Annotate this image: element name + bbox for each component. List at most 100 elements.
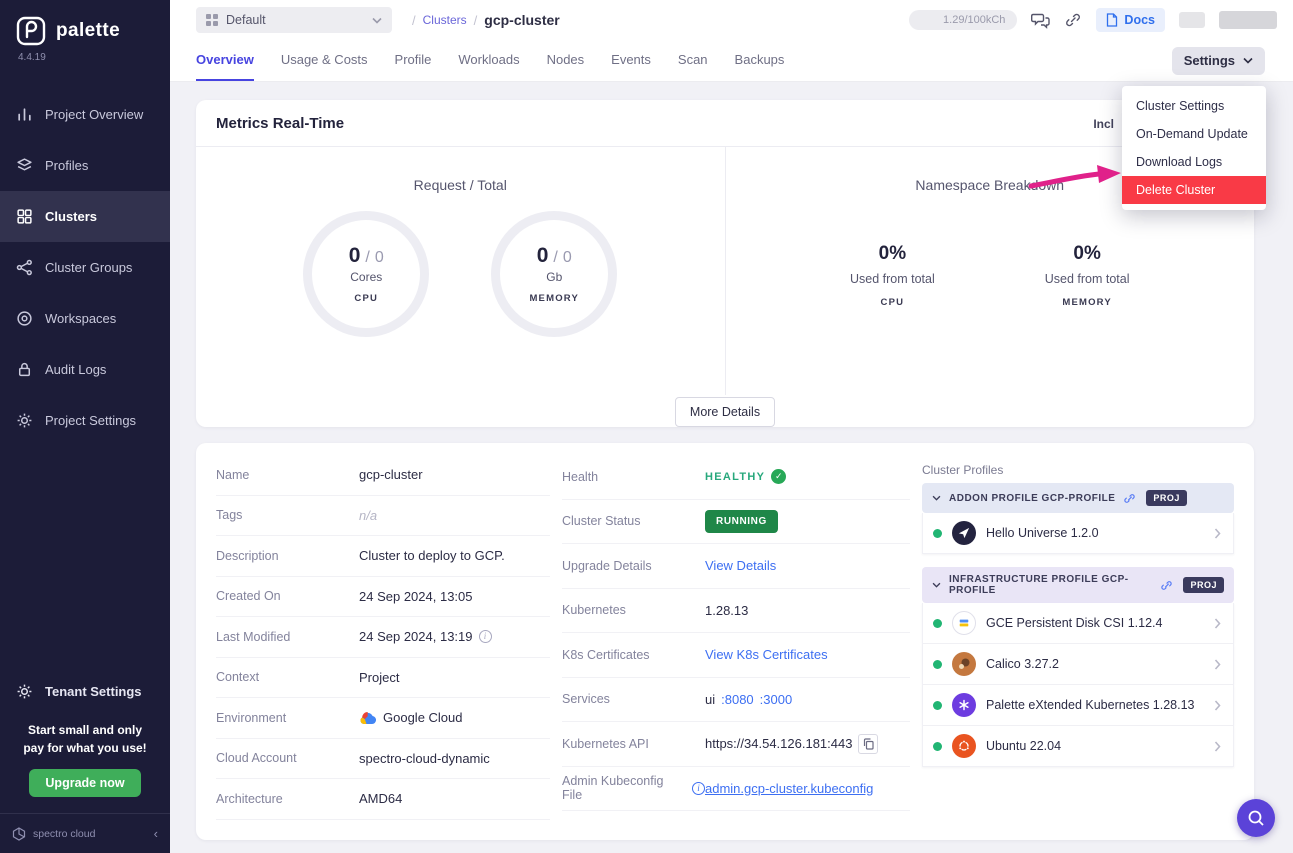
- sidebar-item-clusters[interactable]: Clusters: [0, 191, 170, 242]
- sidebar-item-workspaces[interactable]: Workspaces: [0, 293, 170, 344]
- profile-pack-hello-universe[interactable]: Hello Universe 1.2.0: [922, 513, 1234, 554]
- sidebar-item-project-overview[interactable]: Project Overview: [0, 89, 170, 140]
- integrations-button[interactable]: [1064, 11, 1082, 29]
- detail-row-services: Services ui :8080 :3000: [562, 678, 910, 723]
- profile-pack-gce-disk[interactable]: GCE Persistent Disk CSI 1.12.4: [922, 603, 1234, 644]
- project-selector-value: Default: [226, 13, 364, 27]
- request-total-section: Request / Total 0/0 Cores CPU 0/0 Gb MEM…: [196, 147, 726, 395]
- breadcrumb-separator: /: [474, 13, 478, 28]
- spectro-cloud-logo-icon: [12, 827, 26, 841]
- sidebar-item-label: Project Settings: [45, 413, 136, 428]
- document-icon: [1106, 13, 1118, 27]
- metrics-body: Request / Total 0/0 Cores CPU 0/0 Gb MEM…: [196, 147, 1254, 395]
- memory-used: 0: [537, 244, 549, 268]
- profile-link-icon[interactable]: [1123, 492, 1136, 505]
- sidebar-bottom: Tenant Settings Start small and only pay…: [0, 669, 170, 853]
- help-fab-button[interactable]: [1237, 799, 1275, 837]
- chat-button[interactable]: [1031, 12, 1050, 29]
- docs-button[interactable]: Docs: [1096, 8, 1165, 32]
- detail-row-kubernetes-api: Kubernetes API https://34.54.126.181:443: [562, 722, 910, 767]
- pack-name: Hello Universe 1.2.0: [986, 526, 1099, 540]
- sidebar-collapse-chevron-icon[interactable]: ‹: [154, 826, 158, 841]
- scope-badge: PROJ: [1146, 490, 1187, 506]
- kubeconfig-download-link[interactable]: admin.gcp-cluster.kubeconfig: [705, 781, 873, 796]
- profile-pack-calico[interactable]: Calico 3.27.2: [922, 644, 1234, 685]
- sidebar-item-cluster-groups[interactable]: Cluster Groups: [0, 242, 170, 293]
- hello-universe-icon: [952, 521, 976, 545]
- pxk-icon: [952, 693, 976, 717]
- detail-row-cluster-status: Cluster Status RUNNING: [562, 500, 910, 545]
- profile-link-icon[interactable]: [1160, 579, 1173, 592]
- memory-breakdown-stat: 0% Used from total MEMORY: [1045, 243, 1130, 308]
- info-icon[interactable]: i: [692, 782, 705, 795]
- sidebar-item-profiles[interactable]: Profiles: [0, 140, 170, 191]
- layers-icon: [16, 157, 33, 174]
- upgrade-now-button[interactable]: Upgrade now: [29, 769, 140, 797]
- chevron-right-icon: [1214, 659, 1221, 670]
- tab-overview[interactable]: Overview: [196, 40, 254, 81]
- cluster-tabs: Overview Usage & Costs Profile Workloads…: [170, 40, 1293, 82]
- breadcrumb-clusters-link[interactable]: Clusters: [423, 13, 467, 27]
- detail-row-description: Description Cluster to deploy to GCP.: [216, 536, 550, 577]
- pack-name: GCE Persistent Disk CSI 1.12.4: [986, 616, 1162, 630]
- info-icon[interactable]: i: [479, 630, 492, 643]
- sidebar-item-label: Clusters: [45, 209, 97, 224]
- tab-backups[interactable]: Backups: [735, 40, 785, 81]
- help-chat-icon: [1246, 808, 1266, 828]
- menu-item-download-logs[interactable]: Download Logs: [1122, 148, 1266, 176]
- cpu-gauge: 0/0 Cores CPU: [303, 211, 429, 337]
- link-icon: [1064, 11, 1082, 29]
- settings-button-label: Settings: [1184, 53, 1235, 68]
- tab-workloads[interactable]: Workloads: [458, 40, 519, 81]
- profile-pack-ubuntu[interactable]: Ubuntu 22.04: [922, 726, 1234, 767]
- gce-disk-icon: [952, 611, 976, 635]
- cpu-percent-caption: Used from total: [850, 272, 935, 286]
- more-details-button[interactable]: More Details: [675, 397, 775, 427]
- infrastructure-profile-header[interactable]: INFRASTRUCTURE PROFILE GCP-PROFILE PROJ: [922, 567, 1234, 603]
- detail-row-name: Name gcp-cluster: [216, 455, 550, 496]
- sidebar-item-project-settings[interactable]: Project Settings: [0, 395, 170, 446]
- palette-logo-icon: [16, 16, 46, 46]
- menu-item-cluster-settings[interactable]: Cluster Settings: [1122, 92, 1266, 120]
- detail-row-cloud-account: Cloud Account spectro-cloud-dynamic: [216, 739, 550, 780]
- copy-button[interactable]: [858, 734, 878, 754]
- menu-item-on-demand-update[interactable]: On-Demand Update: [1122, 120, 1266, 148]
- view-k8s-certificates-link[interactable]: View K8s Certificates: [705, 647, 828, 662]
- cpu-breakdown-stat: 0% Used from total CPU: [850, 243, 935, 308]
- detail-row-k8s-certificates: K8s Certificates View K8s Certificates: [562, 633, 910, 678]
- clusters-icon: [16, 208, 33, 225]
- sidebar-item-tenant-settings[interactable]: Tenant Settings: [0, 669, 170, 713]
- sidebar-item-label: Audit Logs: [45, 362, 106, 377]
- memory-unit: Gb: [546, 270, 562, 284]
- tab-nodes[interactable]: Nodes: [547, 40, 585, 81]
- service-port-8080-link[interactable]: :8080: [721, 692, 754, 707]
- detail-row-upgrade-details: Upgrade Details View Details: [562, 544, 910, 589]
- view-details-link[interactable]: View Details: [705, 558, 776, 573]
- profile-pack-palette-extended-kubernetes[interactable]: Palette eXtended Kubernetes 1.28.13: [922, 685, 1234, 726]
- menu-item-delete-cluster[interactable]: Delete Cluster: [1122, 176, 1266, 204]
- tab-profile[interactable]: Profile: [395, 40, 432, 81]
- google-cloud-icon: [359, 711, 377, 725]
- cluster-profiles-column: Cluster Profiles ADDON PROFILE GCP-PROFI…: [922, 455, 1234, 820]
- service-port-3000-link[interactable]: :3000: [760, 692, 793, 707]
- detail-row-architecture: Architecture AMD64: [216, 779, 550, 820]
- redacted-avatar-placeholder: [1179, 12, 1205, 28]
- target-icon: [16, 310, 33, 327]
- service-name: ui: [705, 692, 715, 707]
- gauge-separator: /: [553, 249, 557, 267]
- topbar: Default / Clusters / gcp-cluster 1.29/10…: [170, 0, 1293, 40]
- pack-status-dot: [933, 619, 942, 628]
- gear-icon: [16, 412, 33, 429]
- project-selector[interactable]: Default: [196, 7, 392, 33]
- tab-scan[interactable]: Scan: [678, 40, 708, 81]
- grid-icon: [206, 14, 218, 26]
- tab-events[interactable]: Events: [611, 40, 651, 81]
- settings-button[interactable]: Settings: [1172, 47, 1265, 75]
- pack-status-dot: [933, 742, 942, 751]
- tab-usage-costs[interactable]: Usage & Costs: [281, 40, 368, 81]
- running-status-badge: RUNNING: [705, 510, 778, 533]
- pack-name: Palette eXtended Kubernetes 1.28.13: [986, 698, 1195, 712]
- sidebar-item-audit-logs[interactable]: Audit Logs: [0, 344, 170, 395]
- redacted-user-placeholder: [1219, 11, 1277, 29]
- addon-profile-header[interactable]: ADDON PROFILE GCP-PROFILE PROJ: [922, 483, 1234, 513]
